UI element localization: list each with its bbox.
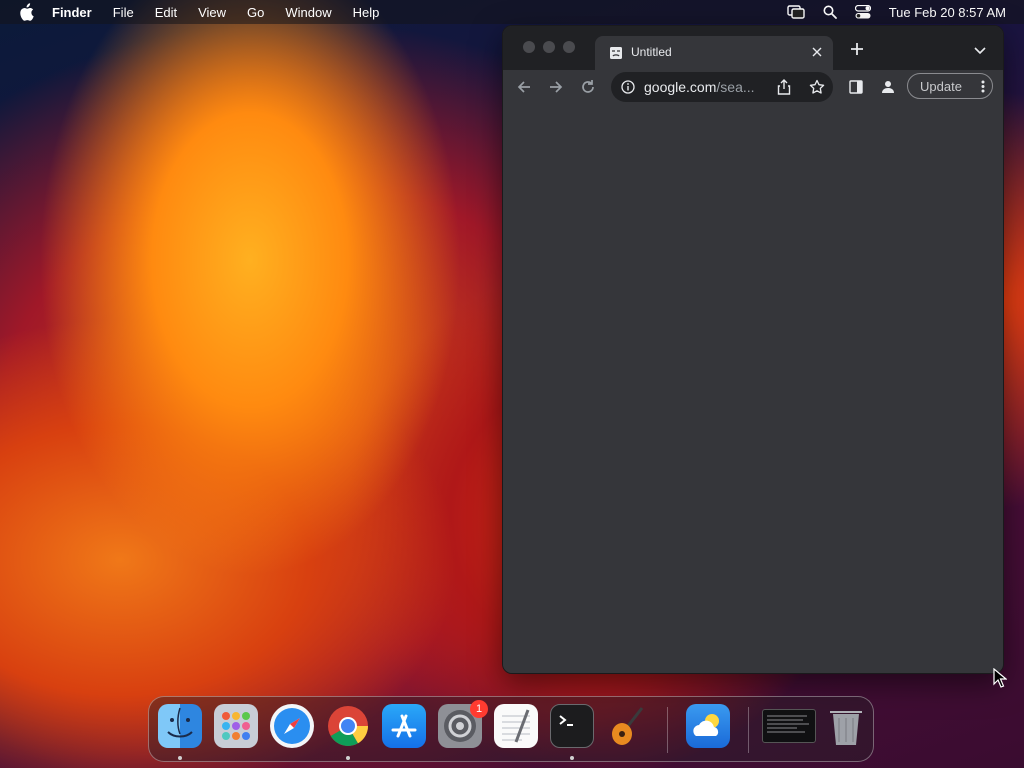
profile-icon[interactable] <box>879 78 897 96</box>
menu-view[interactable]: View <box>198 5 226 20</box>
share-icon[interactable] <box>777 79 791 98</box>
menu-bar-clock[interactable]: Tue Feb 20 8:57 AM <box>889 5 1006 20</box>
system-settings-icon[interactable]: 1 <box>438 700 488 748</box>
page-content-area[interactable] <box>503 104 1003 673</box>
weather-icon[interactable] <box>686 704 730 748</box>
more-vertical-icon[interactable] <box>981 80 985 96</box>
menu-window[interactable]: Window <box>285 5 331 20</box>
url-path: /sea... <box>716 79 755 95</box>
menu-finder[interactable]: Finder <box>52 5 92 20</box>
window-preview-icon[interactable] <box>762 709 816 743</box>
chrome-icon[interactable] <box>326 704 370 748</box>
garageband-icon[interactable] <box>606 704 650 748</box>
browser-toolbar: google.com/sea... Update <box>503 70 1003 104</box>
screen-mirroring-icon[interactable] <box>786 5 805 19</box>
tab-title: Untitled <box>631 45 672 59</box>
safari-icon[interactable] <box>270 704 314 748</box>
address-bar[interactable]: google.com/sea... <box>611 72 833 102</box>
notification-badge: 1 <box>470 700 488 718</box>
launchpad-icon[interactable] <box>214 704 258 748</box>
site-info-icon[interactable] <box>621 80 635 97</box>
update-button[interactable]: Update <box>907 73 993 99</box>
menu-bar: Finder File Edit View Go Window Help Tue… <box>0 0 1024 24</box>
mouse-pointer-icon <box>993 667 1008 693</box>
terminal-icon[interactable] <box>550 704 594 748</box>
url-text: google.com/sea... <box>644 79 755 95</box>
side-panel-icon[interactable] <box>847 78 865 96</box>
menu-go[interactable]: Go <box>247 5 264 20</box>
reload-icon[interactable] <box>579 78 597 96</box>
menu-edit[interactable]: Edit <box>155 5 177 20</box>
spotlight-search-icon[interactable] <box>823 5 837 19</box>
back-arrow-icon[interactable] <box>515 78 533 96</box>
update-label: Update <box>920 79 962 94</box>
forward-arrow-icon[interactable] <box>547 78 565 96</box>
chrome-browser-window: Untitled google.com/sea... Update <box>502 25 1004 674</box>
bookmark-star-icon[interactable] <box>809 79 825 98</box>
running-indicator <box>570 756 574 760</box>
dock-separator <box>748 707 749 753</box>
dock: 1 <box>148 696 874 762</box>
tab-untitled[interactable]: Untitled <box>595 36 833 70</box>
chevron-down-icon[interactable] <box>973 43 987 55</box>
running-indicator <box>178 756 182 760</box>
tab-strip: Untitled <box>503 26 1003 70</box>
url-host: google.com <box>644 79 717 95</box>
minimize-window-button[interactable] <box>543 41 555 53</box>
menu-help[interactable]: Help <box>353 5 380 20</box>
close-tab-icon[interactable] <box>809 44 825 60</box>
new-tab-icon[interactable] <box>849 41 865 57</box>
menu-file[interactable]: File <box>113 5 134 20</box>
apple-menu-icon[interactable] <box>18 3 36 21</box>
app-store-icon[interactable] <box>382 704 426 748</box>
broken-page-icon <box>609 46 623 60</box>
running-indicator <box>346 756 350 760</box>
zoom-window-button[interactable] <box>563 41 575 53</box>
dock-separator <box>667 707 668 753</box>
control-center-icon[interactable] <box>854 5 871 19</box>
close-window-button[interactable] <box>523 41 535 53</box>
textedit-icon[interactable] <box>494 704 538 748</box>
finder-icon[interactable] <box>158 704 202 748</box>
trash-icon[interactable] <box>824 704 868 748</box>
